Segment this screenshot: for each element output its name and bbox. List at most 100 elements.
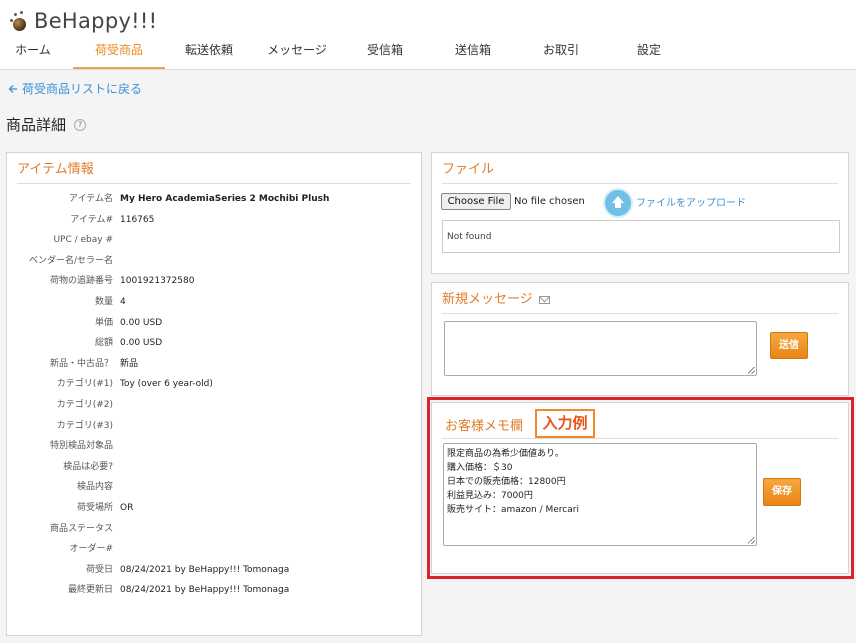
- resize-grip-icon[interactable]: [748, 367, 755, 374]
- info-label: 荷受場所: [76, 503, 113, 513]
- info-row: 総額 0.00 USD: [7, 335, 423, 351]
- nav-transactions[interactable]: お取引: [526, 37, 596, 69]
- nav-home[interactable]: ホーム: [8, 37, 58, 69]
- info-row: アイテム名 My Hero AcademiaSeries 2 Mochibi Pl…: [7, 191, 423, 207]
- info-row: カテゴリ(#1) Toy (over 6 year-old): [7, 376, 423, 392]
- new-message-panel: 新規メッセージ 送信: [431, 282, 849, 396]
- info-row: アイテム# 116765: [7, 212, 423, 228]
- logo-text: BeHappy!!!: [34, 9, 158, 33]
- save-button[interactable]: 保存: [763, 478, 801, 506]
- nav-forward-request[interactable]: 転送依頼: [172, 37, 246, 69]
- info-value: 08/24/2021 by BeHappy!!! Tomonaga: [120, 585, 290, 596]
- info-row: 商品ステータス: [7, 521, 423, 537]
- info-row: 最終更新日 08/24/2021 by BeHappy!!! Tomonaga: [7, 582, 423, 598]
- memo-line: 販売サイト：amazon / Mercari: [447, 505, 579, 515]
- info-label: オーダー#: [69, 544, 113, 555]
- file-panel-title: ファイル: [442, 162, 495, 177]
- info-row: 荷物の追跡番号 1001921372580: [7, 273, 423, 289]
- input-example-badge: 入力例: [535, 409, 595, 438]
- info-label: 数量: [94, 297, 113, 307]
- info-value: 4: [120, 297, 126, 307]
- info-row: ベンダー名/セラー名: [7, 253, 423, 269]
- info-label: カテゴリ(#2): [56, 400, 113, 410]
- info-label: 最終更新日: [67, 585, 113, 596]
- info-value: 0.00 USD: [120, 338, 163, 349]
- send-button[interactable]: 送信: [770, 332, 808, 359]
- info-value: 1001921372580: [120, 276, 195, 287]
- info-label: カテゴリ(#1): [56, 379, 113, 390]
- item-info-panel: アイテム情報 アイテム名 My Hero AcademiaSeries 2 Moc…: [6, 152, 422, 636]
- info-value: Toy (over 6 year-old): [120, 379, 213, 390]
- new-message-title: 新規メッセージ: [442, 292, 533, 307]
- info-row: カテゴリ(#3): [7, 418, 423, 434]
- info-row: 検品は必要?: [7, 459, 423, 475]
- arrow-left-icon: [8, 84, 17, 93]
- memo-line: 購入価格：＄30: [447, 463, 513, 473]
- info-row: 検品内容: [7, 479, 423, 495]
- info-row: 数量 4: [7, 294, 423, 310]
- nav-outbox[interactable]: 送信箱: [438, 37, 508, 69]
- info-value: 116765: [120, 214, 155, 225]
- nav-inbox[interactable]: 受信箱: [350, 37, 420, 69]
- info-value: My Hero AcademiaSeries 2 Mochibi Plush: [120, 194, 330, 204]
- info-label: 荷物の追跡番号: [49, 276, 113, 287]
- nav-messages[interactable]: メッセージ: [256, 37, 338, 69]
- info-label: アイテム名: [68, 194, 113, 204]
- info-row: UPC / ebay #: [7, 232, 423, 248]
- divider: [17, 183, 411, 184]
- info-label: 検品は必要?: [63, 461, 113, 472]
- divider: [442, 313, 838, 314]
- logo-ball-icon: [8, 10, 30, 32]
- active-tab-indicator: [73, 67, 165, 69]
- help-icon[interactable]: ?: [74, 118, 87, 131]
- info-row: 特別検品対象品: [7, 438, 423, 454]
- info-row: 単価 0.00 USD: [7, 315, 423, 331]
- new-message-title-row: 新規メッセージ: [432, 283, 848, 313]
- page-title: 商品詳細 ?: [6, 114, 87, 135]
- back-to-list-link[interactable]: 荷受商品リストに戻る: [8, 80, 142, 97]
- page-title-text: 商品詳細: [6, 116, 67, 134]
- logo[interactable]: BeHappy!!!: [8, 6, 157, 36]
- file-panel: ファイル Choose File No file chosen ファイルをアップ…: [431, 152, 849, 274]
- info-value: OR: [120, 503, 134, 513]
- nav-settings[interactable]: 設定: [614, 37, 684, 69]
- no-file-chosen-text: No file chosen: [514, 196, 585, 207]
- info-row: 荷受場所 OR: [7, 500, 423, 516]
- info-label: 商品ステータス: [49, 523, 113, 534]
- divider: [442, 438, 838, 439]
- info-row: 新品・中古品？ 新品: [7, 356, 423, 372]
- info-label: 検品内容: [76, 482, 113, 493]
- customer-memo-title: お客様メモ欄: [445, 419, 524, 434]
- divider: [442, 183, 838, 184]
- main-nav: ホーム 荷受商品 転送依頼 メッセージ 受信箱 送信箱 お取引 設定: [0, 37, 856, 69]
- customer-memo-panel: お客様メモ欄 入力例 限定商品の為希少価値あり。 購入価格：＄30 日本での販売…: [431, 402, 849, 574]
- info-label: 単価: [94, 317, 113, 328]
- upload-icon[interactable]: [605, 190, 631, 216]
- memo-line: 利益見込み：7000円: [447, 491, 533, 501]
- file-list-empty-text: Not found: [447, 232, 492, 242]
- memo-line: 限定商品の為希少価値あり。: [447, 449, 564, 459]
- info-value: 新品: [120, 358, 139, 369]
- item-info-title: アイテム情報: [17, 162, 94, 177]
- mail-icon: [538, 296, 550, 304]
- resize-grip-icon[interactable]: [748, 537, 755, 544]
- info-label: アイテム#: [70, 214, 113, 225]
- info-label: UPC / ebay #: [53, 235, 113, 246]
- nav-received-items[interactable]: 荷受商品: [73, 37, 165, 69]
- info-label: 新品・中古品？: [49, 358, 113, 369]
- info-value: 0.00 USD: [120, 317, 163, 328]
- info-value: 08/24/2021 by BeHappy!!! Tomonaga: [120, 564, 290, 575]
- info-row: カテゴリ(#2): [7, 397, 423, 413]
- file-list: Not found: [442, 220, 840, 253]
- info-label: 荷受日: [85, 564, 113, 575]
- upload-file-link[interactable]: ファイルをアップロード: [636, 194, 746, 209]
- info-label: 特別検品対象品: [49, 441, 113, 452]
- memo-textarea[interactable]: 限定商品の為希少価値あり。 購入価格：＄30 日本での販売価格：12800円 利…: [443, 443, 757, 546]
- info-row: 荷受日 08/24/2021 by BeHappy!!! Tomonaga: [7, 562, 423, 578]
- info-label: ベンダー名/セラー名: [28, 255, 113, 266]
- choose-file-button[interactable]: Choose File: [441, 193, 511, 210]
- top-bar: BeHappy!!! ホーム 荷受商品 転送依頼 メッセージ 受信箱 送信箱 お…: [0, 0, 856, 70]
- info-label: カテゴリ(#3): [56, 420, 113, 431]
- message-textarea[interactable]: [444, 321, 757, 376]
- memo-line: 日本での販売価格：12800円: [447, 477, 566, 487]
